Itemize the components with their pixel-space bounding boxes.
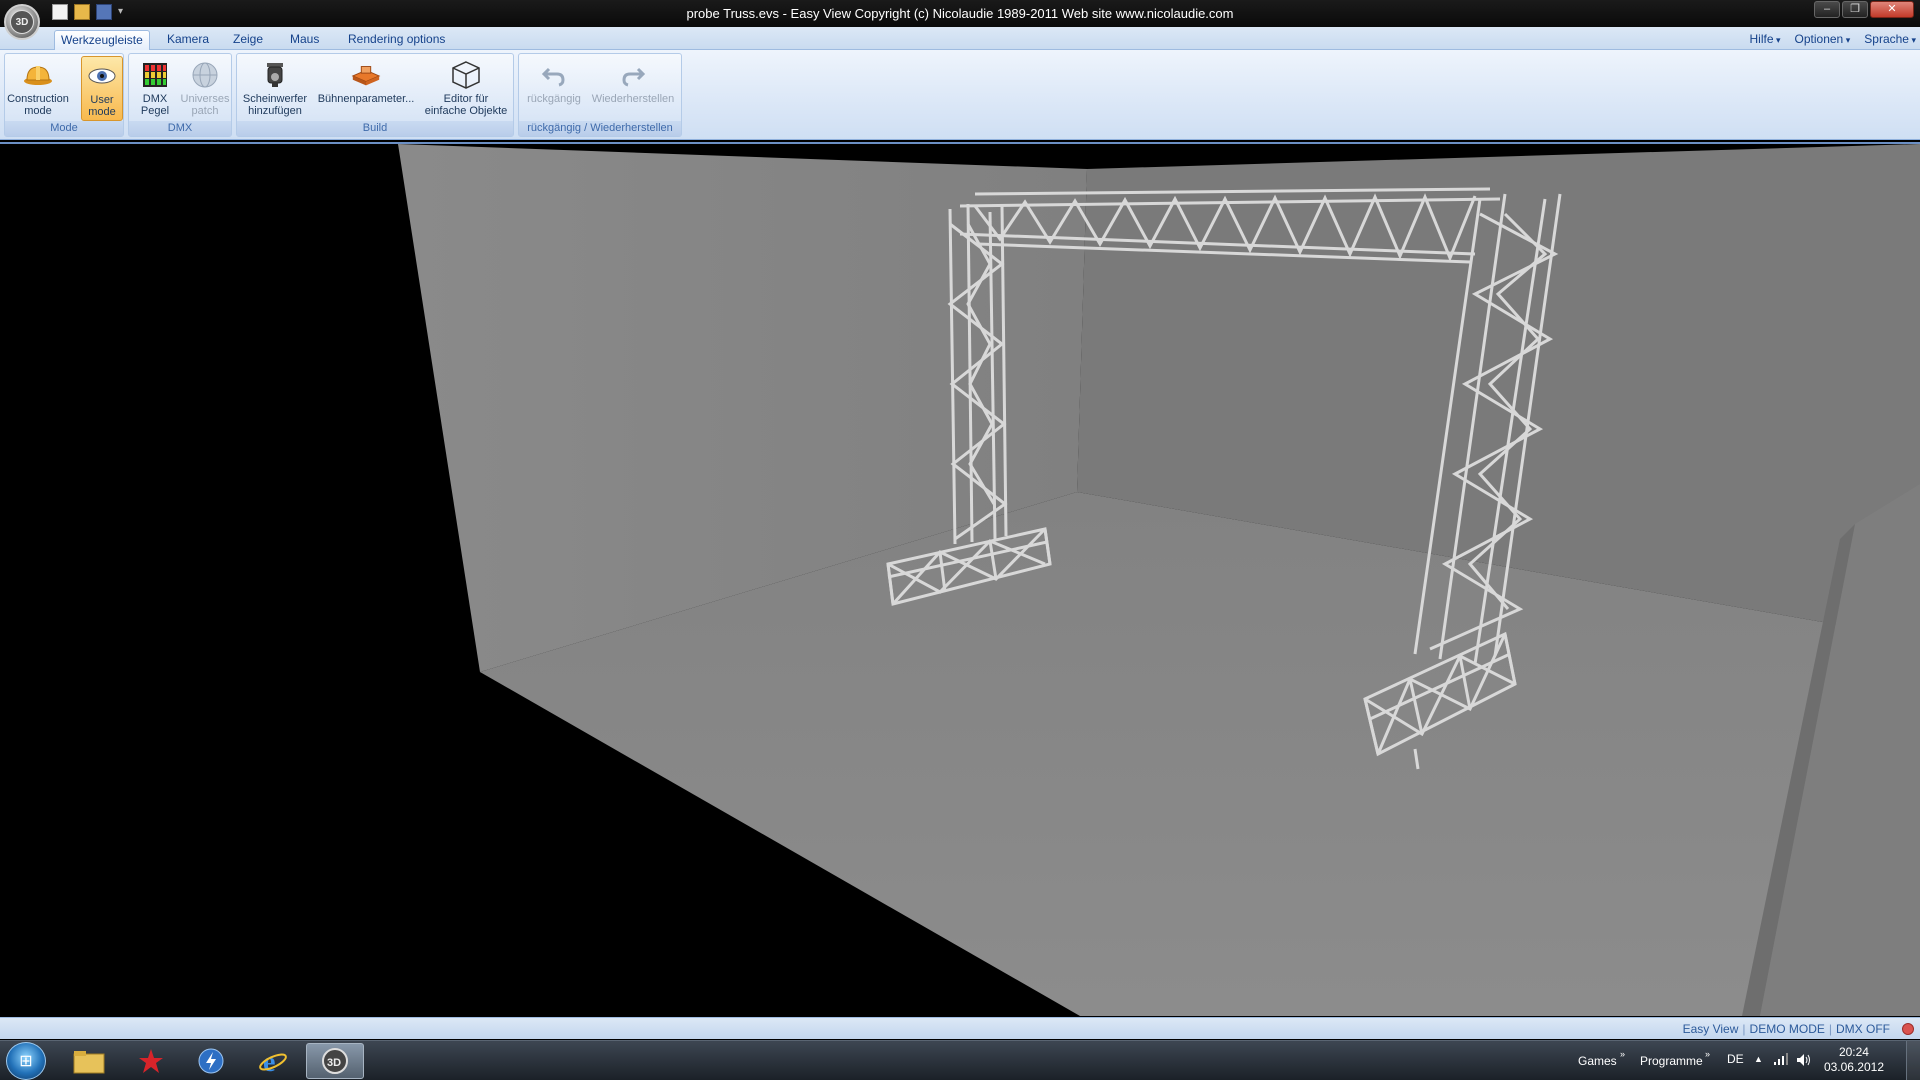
stage-parameters-button[interactable]: Bühnenparameter... <box>313 56 419 121</box>
group-label-undo-redo: rückgängig / Wiederherstellen <box>519 121 681 136</box>
universes-patch-button[interactable]: Universes patch <box>179 56 231 121</box>
clock[interactable]: 20:24 03.06.2012 <box>1824 1045 1884 1075</box>
tab-werkzeugleiste[interactable]: Werkzeugleiste <box>54 30 150 50</box>
show-hidden-icons-icon[interactable]: ▲ <box>1754 1054 1763 1064</box>
group-label-dmx: DMX <box>129 121 231 136</box>
maximize-button[interactable]: ❐ <box>1842 1 1868 18</box>
start-button[interactable]: ⊞ <box>6 1042 46 1080</box>
taskbar-app-red[interactable] <box>122 1043 180 1079</box>
taskbar-internet-explorer[interactable]: e <box>244 1043 302 1079</box>
app-logo-icon: 3D <box>10 10 34 34</box>
network-icon[interactable] <box>1774 1053 1788 1068</box>
hard-hat-icon <box>22 60 54 90</box>
right-menus: Hilfe Optionen Sprache <box>1749 32 1916 46</box>
eye-icon <box>86 61 118 91</box>
taskbar: ⊞ e 3D Games » Programme » DE ▲ 20:24 03… <box>0 1040 1920 1080</box>
redo-button[interactable]: Wiederherstellen <box>587 56 679 121</box>
clock-time: 20:24 <box>1838 1045 1869 1059</box>
options-menu[interactable]: Optionen <box>1795 32 1851 46</box>
status-mode: DEMO MODE <box>1749 1022 1825 1036</box>
user-mode-button[interactable]: User mode <box>81 56 123 121</box>
easy-view-3d-icon: 3D <box>322 1048 348 1074</box>
ribbon: Construction mode User mode Mode DMX Peg… <box>0 50 1920 140</box>
language-indicator[interactable]: DE <box>1727 1052 1744 1066</box>
spotlight-icon <box>259 60 291 90</box>
tab-zeige[interactable]: Zeige <box>227 30 269 50</box>
internet-explorer-icon: e <box>259 1047 287 1076</box>
group-dmx: DMX Pegel Universes patch DMX <box>128 53 232 137</box>
redo-arrow-icon <box>617 60 649 90</box>
ribbon-tabs: Werkzeugleiste Kamera Zeige Maus Renderi… <box>0 27 1920 50</box>
tray-games[interactable]: Games <box>1578 1054 1617 1068</box>
close-button[interactable]: ✕ <box>1870 1 1914 18</box>
clock-date: 03.06.2012 <box>1823 1060 1884 1074</box>
minimize-button[interactable]: – <box>1814 1 1840 18</box>
group-label-mode: Mode <box>5 121 123 136</box>
title-bar: ▾ probe Truss.evs - Easy View Copyright … <box>0 0 1920 27</box>
group-mode: Construction mode User mode Mode <box>4 53 124 137</box>
show-desktop-button[interactable] <box>1906 1041 1920 1080</box>
volume-icon[interactable] <box>1796 1053 1812 1070</box>
lightning-app-icon <box>198 1048 224 1074</box>
add-fixture-button[interactable]: Scheinwerfer hinzufügen <box>241 56 309 121</box>
taskbar-app-bolt[interactable] <box>182 1043 240 1079</box>
tab-rendering-options[interactable]: Rendering options <box>342 30 451 50</box>
tab-kamera[interactable]: Kamera <box>161 30 215 50</box>
group-undo-redo: rückgängig Wiederherstellen rückgängig /… <box>518 53 682 137</box>
undo-arrow-icon <box>538 60 570 90</box>
wireframe-cube-icon <box>450 60 482 90</box>
dmx-status-icon[interactable] <box>1902 1023 1914 1035</box>
status-bar: Easy View | DEMO MODE | DMX OFF <box>0 1017 1920 1039</box>
tab-maus[interactable]: Maus <box>284 30 325 50</box>
red-star-app-icon <box>139 1049 163 1073</box>
window-title: probe Truss.evs - Easy View Copyright (c… <box>686 6 1234 21</box>
language-menu[interactable]: Sprache <box>1864 32 1916 46</box>
simple-object-editor-button[interactable]: Editor für einfache Objekte <box>421 56 511 121</box>
system-tray: Games » Programme » DE ▲ 20:24 03.06.201… <box>1520 1041 1920 1080</box>
taskbar-easy-view[interactable]: 3D <box>306 1043 364 1079</box>
group-label-build: Build <box>237 121 513 136</box>
games-chevron-icon[interactable]: » <box>1620 1049 1625 1059</box>
globe-dmx-icon <box>189 60 221 90</box>
group-build: Scheinwerfer hinzufügen Bühnenparameter.… <box>236 53 514 137</box>
construction-mode-button[interactable]: Construction mode <box>7 56 69 121</box>
stage-render <box>398 144 1920 1016</box>
tray-programme[interactable]: Programme <box>1640 1054 1703 1068</box>
application-menu-button[interactable]: 3D <box>4 4 40 40</box>
status-text: Easy View | DEMO MODE | DMX OFF <box>1682 1022 1890 1036</box>
dmx-pegel-button[interactable]: DMX Pegel <box>133 56 177 121</box>
windows-logo-icon: ⊞ <box>19 1053 33 1070</box>
dmx-level-meter-icon <box>139 60 171 90</box>
taskbar-explorer[interactable] <box>60 1043 118 1079</box>
3d-viewport[interactable] <box>0 142 1920 1016</box>
help-menu[interactable]: Hilfe <box>1749 32 1780 46</box>
svg-text:3D: 3D <box>327 1057 341 1069</box>
undo-button[interactable]: rückgängig <box>523 56 585 121</box>
stage-icon <box>350 60 382 90</box>
status-dmx: DMX OFF <box>1836 1022 1890 1036</box>
folder-icon <box>73 1051 105 1074</box>
status-view: Easy View <box>1682 1022 1739 1036</box>
programme-chevron-icon[interactable]: » <box>1705 1049 1710 1059</box>
window-controls: – ❐ ✕ <box>1814 1 1914 18</box>
